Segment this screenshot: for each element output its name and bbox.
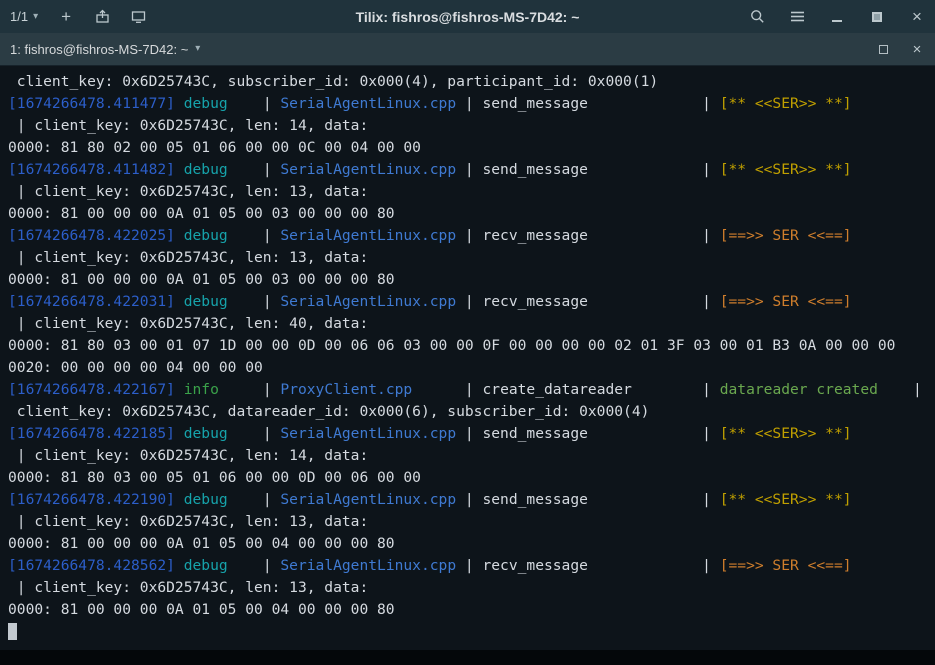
terminal-line: [1674266478.411482] debug | SerialAgentL… <box>8 159 935 181</box>
terminal-line: | client_key: 0x6D25743C, len: 13, data: <box>8 181 935 203</box>
terminal-line: 0000: 81 80 03 00 01 07 1D 00 00 0D 00 0… <box>8 335 935 357</box>
maximize-button[interactable] <box>869 7 885 27</box>
terminal-line: | client_key: 0x6D25743C, len: 14, data: <box>8 445 935 467</box>
close-terminal-button[interactable]: × <box>909 39 925 59</box>
search-icon <box>750 9 765 24</box>
hamburger-menu-icon <box>790 10 805 23</box>
terminal-line: 0020: 00 00 00 00 04 00 00 00 <box>8 357 935 379</box>
search-button[interactable] <box>749 7 765 27</box>
terminal-line: 0000: 81 00 00 00 0A 01 05 00 04 00 00 0… <box>8 533 935 555</box>
detach-terminal-button[interactable] <box>94 7 110 27</box>
session-indicator[interactable]: 1/1 ▾ <box>10 9 38 24</box>
terminal-line: | client_key: 0x6D25743C, len: 14, data: <box>8 115 935 137</box>
terminal-line: [1674266478.422167] info | ProxyClient.c… <box>8 379 935 401</box>
terminal-line: 0000: 81 00 00 00 0A 01 05 00 03 00 00 0… <box>8 269 935 291</box>
maximize-terminal-icon <box>879 45 888 54</box>
terminal-line <box>8 621 935 643</box>
terminal-line: [1674266478.422185] debug | SerialAgentL… <box>8 423 935 445</box>
new-session-button[interactable]: + <box>58 7 74 27</box>
terminal-line: | client_key: 0x6D25743C, len: 13, data: <box>8 511 935 533</box>
terminal-tab-bar[interactable]: 1: fishros@fishros-MS-7D42: ~ ▾ × <box>0 33 935 66</box>
terminal[interactable]: client_key: 0x6D25743C, subscriber_id: 0… <box>0 66 935 665</box>
session-count-label: 1/1 <box>10 9 28 24</box>
terminal-line: | client_key: 0x6D25743C, len: 40, data: <box>8 313 935 335</box>
maximize-terminal-button[interactable] <box>875 39 891 59</box>
chevron-down-icon[interactable]: ▾ <box>195 44 200 54</box>
chevron-down-icon: ▾ <box>33 12 38 22</box>
plus-icon: + <box>61 8 71 25</box>
terminal-line: client_key: 0x6D25743C, datareader_id: 0… <box>8 401 935 423</box>
minimize-button[interactable] <box>829 7 845 27</box>
terminal-line: client_key: 0x6D25743C, subscriber_id: 0… <box>8 71 935 93</box>
terminal-line: [1674266478.411477] debug | SerialAgentL… <box>8 93 935 115</box>
terminal-line: 0000: 81 80 02 00 05 01 06 00 00 0C 00 0… <box>8 137 935 159</box>
menu-button[interactable] <box>789 7 805 27</box>
terminal-line: | client_key: 0x6D25743C, len: 13, data: <box>8 577 935 599</box>
terminal-tab-title: 1: fishros@fishros-MS-7D42: ~ <box>10 42 188 57</box>
terminal-line: [1674266478.428562] debug | SerialAgentL… <box>8 555 935 577</box>
terminal-cursor <box>8 623 17 640</box>
close-icon: × <box>912 8 922 25</box>
monitor-icon <box>131 9 146 24</box>
maximize-icon <box>872 12 882 22</box>
terminal-line: 0000: 81 80 03 00 05 01 06 00 00 0D 00 0… <box>8 467 935 489</box>
bottom-strip <box>0 650 935 665</box>
close-icon: × <box>913 42 922 57</box>
minimize-icon <box>832 20 842 22</box>
titlebar: 1/1 ▾ + Tilix: fishros@fishr <box>0 0 935 33</box>
terminal-line: | client_key: 0x6D25743C, len: 13, data: <box>8 247 935 269</box>
terminal-line: [1674266478.422025] debug | SerialAgentL… <box>8 225 935 247</box>
terminal-line: [1674266478.422031] debug | SerialAgentL… <box>8 291 935 313</box>
terminal-output: client_key: 0x6D25743C, subscriber_id: 0… <box>8 71 935 643</box>
new-window-button[interactable] <box>130 7 146 27</box>
detach-terminal-icon <box>95 9 110 24</box>
terminal-line: 0000: 81 00 00 00 0A 01 05 00 04 00 00 0… <box>8 599 935 621</box>
terminal-line: 0000: 81 00 00 00 0A 01 05 00 03 00 00 0… <box>8 203 935 225</box>
close-window-button[interactable]: × <box>909 7 925 27</box>
terminal-line: [1674266478.422190] debug | SerialAgentL… <box>8 489 935 511</box>
